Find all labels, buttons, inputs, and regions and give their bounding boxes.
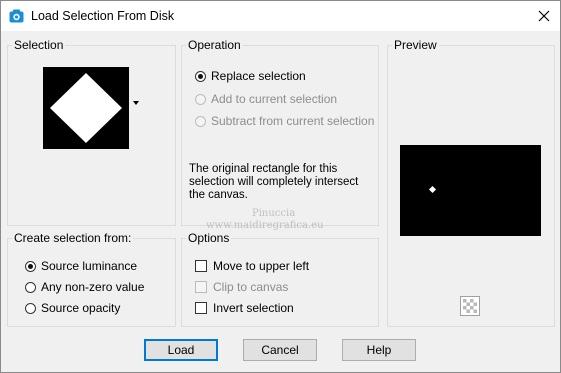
radio-button[interactable]	[25, 302, 36, 314]
move-to-upper-left-checkbox[interactable]: Move to upper left	[195, 257, 309, 275]
invert-selection-label: Invert selection	[213, 301, 294, 315]
preview-canvas	[400, 145, 541, 236]
replace-selection-radio[interactable]: Replace selection	[195, 67, 306, 85]
source-luminance-label: Source luminance	[41, 259, 138, 273]
intersection-info-text: The original rectangle for this selectio…	[189, 163, 359, 201]
window-title: Load Selection From Disk	[31, 9, 175, 23]
selection-dropdown-arrow-icon[interactable]	[133, 101, 139, 105]
watermark-line-2: www.maidiregrafica.eu	[206, 220, 324, 231]
add-to-selection-label: Add to current selection	[211, 92, 338, 106]
close-button[interactable]	[531, 4, 557, 28]
transparency-toggle-button[interactable]	[460, 296, 480, 316]
source-luminance-radio[interactable]: Source luminance	[25, 257, 137, 275]
subtract-from-selection-radio[interactable]: Subtract from current selection	[195, 112, 374, 130]
checkbox[interactable]	[195, 302, 207, 314]
radio-button[interactable]	[195, 115, 206, 127]
app-camera-icon	[9, 9, 24, 23]
radio-button[interactable]	[195, 70, 206, 82]
radio-button[interactable]	[25, 260, 36, 272]
add-to-selection-radio[interactable]: Add to current selection	[195, 90, 337, 108]
source-opacity-label: Source opacity	[41, 301, 121, 315]
checkerboard-icon	[463, 299, 477, 313]
create-from-group-title: Create selection from:	[12, 231, 134, 245]
diamond-shape-icon	[50, 73, 122, 143]
watermark: Pinuccia www.maidiregrafica.eu	[206, 208, 324, 232]
clip-to-canvas-checkbox[interactable]: Clip to canvas	[195, 278, 288, 296]
close-icon	[538, 10, 550, 22]
help-button[interactable]: Help	[342, 339, 416, 361]
checkbox[interactable]	[195, 260, 207, 272]
any-non-zero-label: Any non-zero value	[41, 280, 145, 294]
cancel-button[interactable]: Cancel	[243, 339, 317, 361]
title-bar: Load Selection From Disk	[1, 1, 560, 31]
radio-button[interactable]	[25, 281, 36, 293]
dialog-window: Load Selection From Disk Selection Opera…	[0, 0, 561, 373]
options-group-title: Options	[186, 231, 232, 245]
clip-to-canvas-label: Clip to canvas	[213, 280, 289, 294]
invert-selection-checkbox[interactable]: Invert selection	[195, 299, 294, 317]
selection-thumbnail[interactable]	[43, 67, 129, 149]
radio-button[interactable]	[195, 93, 206, 105]
load-button[interactable]: Load	[144, 339, 218, 361]
source-opacity-radio[interactable]: Source opacity	[25, 299, 120, 317]
operation-group-title: Operation	[186, 38, 243, 52]
checkbox[interactable]	[195, 281, 207, 293]
move-to-upper-left-label: Move to upper left	[213, 259, 310, 273]
watermark-line-1: Pinuccia	[252, 208, 296, 219]
replace-selection-label: Replace selection	[211, 69, 306, 83]
any-non-zero-radio[interactable]: Any non-zero value	[25, 278, 144, 296]
subtract-from-selection-label: Subtract from current selection	[211, 114, 375, 128]
preview-group-title: Preview	[392, 38, 439, 52]
selection-group-title: Selection	[12, 38, 66, 52]
